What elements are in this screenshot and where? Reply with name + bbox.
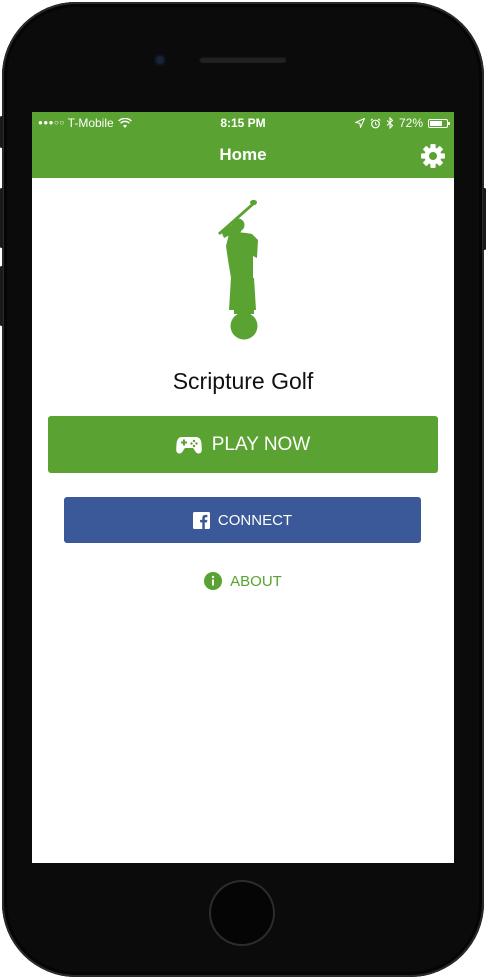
alarm-icon: [370, 117, 381, 128]
battery-level: [430, 120, 442, 126]
info-circle-icon: [204, 572, 223, 590]
about-link[interactable]: ABOUT: [32, 572, 454, 590]
home-button[interactable]: [211, 882, 273, 944]
screen: ●●●○○ T-Mobile 8:15 PM 72% Home Scriptur…: [32, 112, 454, 863]
earpiece-speaker: [199, 56, 287, 63]
gamepad-icon: [175, 436, 202, 453]
volume-up-button: [0, 188, 3, 248]
app-logo: [212, 198, 274, 344]
golfer-statue-icon: [218, 199, 258, 340]
navigation-bar: Home: [32, 134, 454, 178]
bluetooth-icon: [386, 117, 394, 129]
about-label: ABOUT: [230, 572, 282, 590]
mute-switch: [0, 116, 3, 148]
gear-icon: [421, 144, 445, 168]
settings-button[interactable]: [420, 143, 446, 169]
facebook-icon: [192, 511, 210, 529]
front-camera: [154, 54, 166, 66]
battery-percent: 72%: [398, 116, 423, 130]
location-arrow-icon: [354, 118, 365, 128]
status-bar: ●●●○○ T-Mobile 8:15 PM 72%: [32, 112, 454, 134]
play-now-label: PLAY NOW: [211, 433, 311, 455]
app-title: Scripture Golf: [172, 368, 314, 394]
play-now-button[interactable]: PLAY NOW: [48, 416, 438, 473]
facebook-connect-button[interactable]: CONNECT: [64, 497, 421, 543]
battery-icon: [428, 118, 450, 128]
status-right: 72%: [354, 112, 450, 134]
page-title: Home: [219, 145, 267, 164]
phone-frame: ●●●○○ T-Mobile 8:15 PM 72% Home Scriptur…: [0, 0, 486, 979]
volume-down-button: [0, 266, 3, 326]
connect-label: CONNECT: [217, 511, 293, 529]
